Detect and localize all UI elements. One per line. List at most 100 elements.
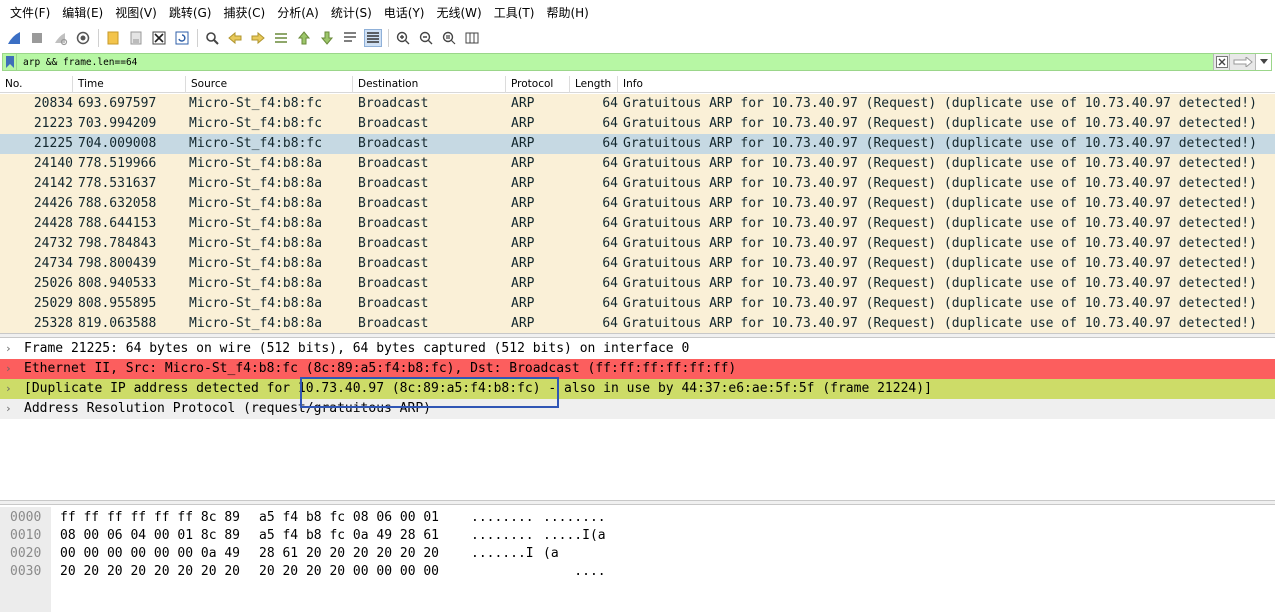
packet-time-cell: 798.800439 (78, 256, 157, 271)
expand-arrow-icon[interactable]: › (5, 359, 15, 379)
hex-ascii: ........ (471, 510, 534, 525)
go-first-packet-icon[interactable] (295, 29, 313, 47)
packet-row[interactable]: 21223 703.994209 Micro-St_f4:b8:fc Broadcas… (0, 114, 1275, 134)
menu-file[interactable]: 文件(F) (4, 0, 56, 26)
menu-view[interactable]: 视图(V) (109, 0, 163, 26)
packet-protocol-cell: ARP (511, 316, 535, 331)
expand-arrow-icon[interactable]: › (5, 339, 15, 359)
go-forward-icon[interactable] (249, 29, 267, 47)
expand-arrow-icon[interactable]: › (5, 379, 15, 399)
capture-options-icon[interactable] (74, 29, 92, 47)
packet-row[interactable]: 21225 704.009008 Micro-St_f4:b8:fc Broadcas… (0, 134, 1275, 154)
menu-go[interactable]: 跳转(G) (163, 0, 218, 26)
hex-offset: 0020 (10, 546, 42, 561)
filter-bookmark-icon[interactable] (3, 54, 17, 70)
display-filter-input[interactable] (17, 54, 1213, 70)
packet-source-cell: Micro-St_f4:b8:fc (189, 96, 323, 111)
packet-length-cell: 64 (602, 176, 618, 191)
detail-duplicate-ip-row[interactable]: › [Duplicate IP address detected for 10.… (0, 379, 1275, 399)
open-file-icon[interactable] (104, 29, 122, 47)
packet-time-cell: 819.063588 (78, 316, 157, 331)
menu-wireless[interactable]: 无线(W) (431, 0, 488, 26)
packet-row[interactable]: 24732 798.784843 Micro-St_f4:b8:8a Broadcas… (0, 234, 1275, 254)
packet-destination-cell: Broadcast (358, 196, 429, 211)
packet-length-cell: 64 (602, 196, 618, 211)
restart-capture-icon[interactable] (51, 29, 69, 47)
go-back-icon[interactable] (226, 29, 244, 47)
packet-time-cell: 798.784843 (78, 236, 157, 251)
zoom-in-icon[interactable] (394, 29, 412, 47)
packet-time-cell: 778.519966 (78, 156, 157, 171)
clear-filter-icon[interactable] (1213, 54, 1229, 70)
column-header-info[interactable]: Info (618, 76, 1275, 93)
find-packet-icon[interactable] (203, 29, 221, 47)
auto-scroll-icon[interactable] (341, 29, 359, 47)
packet-source-cell: Micro-St_f4:b8:8a (189, 156, 323, 171)
expand-arrow-icon[interactable]: › (5, 399, 15, 419)
packet-length-cell: 64 (602, 256, 618, 271)
packet-time-cell: 693.697597 (78, 96, 157, 111)
menu-analyze[interactable]: 分析(A) (271, 0, 325, 26)
main-toolbar (0, 26, 1275, 50)
packet-info-cell: Gratuitous ARP for 10.73.40.97 (Request)… (623, 136, 1257, 151)
detail-frame-row[interactable]: › Frame 21225: 64 bytes on wire (512 bit… (0, 339, 1275, 359)
go-last-packet-icon[interactable] (318, 29, 336, 47)
zoom-normal-icon[interactable] (440, 29, 458, 47)
colorize-icon[interactable] (364, 29, 382, 47)
close-file-icon[interactable] (150, 29, 168, 47)
packet-time-cell: 704.009008 (78, 136, 157, 151)
packet-row[interactable]: 24428 788.644153 Micro-St_f4:b8:8a Broadcas… (0, 214, 1275, 234)
menu-help[interactable]: 帮助(H) (540, 0, 594, 26)
packet-row[interactable]: 24734 798.800439 Micro-St_f4:b8:8a Broadcas… (0, 254, 1275, 274)
packet-info-cell: Gratuitous ARP for 10.73.40.97 (Request)… (623, 216, 1257, 231)
pane-splitter[interactable] (0, 333, 1275, 338)
zoom-out-icon[interactable] (417, 29, 435, 47)
shark-fin-start-icon[interactable] (5, 29, 23, 47)
packet-row[interactable]: 20834 693.697597 Micro-St_f4:b8:fc Broadcas… (0, 94, 1275, 114)
column-header-length[interactable]: Length (570, 76, 618, 93)
menu-edit[interactable]: 编辑(E) (56, 0, 109, 26)
packet-time-cell: 778.531637 (78, 176, 157, 191)
packet-destination-cell: Broadcast (358, 96, 429, 111)
hex-line[interactable]: 0000 ff ff ff ff ff ff 8c 89 a5 f4 b8 fc 0… (0, 509, 1275, 527)
reload-file-icon[interactable] (173, 29, 191, 47)
packet-row[interactable]: 25029 808.955895 Micro-St_f4:b8:8a Broadcas… (0, 294, 1275, 314)
packet-no-cell: 24426 (33, 196, 73, 211)
packet-no-cell: 25029 (33, 296, 73, 311)
packet-row[interactable]: 25328 819.063588 Micro-St_f4:b8:8a Broadcas… (0, 314, 1275, 333)
packet-row[interactable]: 24142 778.531637 Micro-St_f4:b8:8a Broadcas… (0, 174, 1275, 194)
packet-info-cell: Gratuitous ARP for 10.73.40.97 (Request)… (623, 296, 1257, 311)
hex-bytes: 00 00 00 00 00 00 0a 49 (60, 546, 241, 561)
menu-tools[interactable]: 工具(T) (488, 0, 541, 26)
save-file-icon[interactable] (127, 29, 145, 47)
stop-capture-icon[interactable] (28, 29, 46, 47)
filter-history-dropdown-icon[interactable] (1255, 54, 1271, 70)
menu-telephony[interactable]: 电话(Y) (378, 0, 431, 26)
column-header-no[interactable]: No. (0, 76, 73, 93)
packet-time-cell: 788.632058 (78, 196, 157, 211)
resize-columns-icon[interactable] (463, 29, 481, 47)
packet-row[interactable]: 24140 778.519966 Micro-St_f4:b8:8a Broadcas… (0, 154, 1275, 174)
column-header-destination[interactable]: Destination (353, 76, 506, 93)
pane-splitter[interactable] (0, 500, 1275, 505)
packet-no-cell: 24732 (33, 236, 73, 251)
column-header-time[interactable]: Time (73, 76, 186, 93)
packet-rows: 20834 693.697597 Micro-St_f4:b8:fc Broadcas… (0, 94, 1275, 333)
column-header-source[interactable]: Source (186, 76, 353, 93)
column-header-protocol[interactable]: Protocol (506, 76, 570, 93)
menu-statistics[interactable]: 统计(S) (325, 0, 378, 26)
detail-arp-row[interactable]: › Address Resolution Protocol (request/g… (0, 399, 1275, 419)
packet-time-cell: 808.940533 (78, 276, 157, 291)
packet-source-cell: Micro-St_f4:b8:8a (189, 176, 323, 191)
hex-line[interactable]: 0020 00 00 00 00 00 00 0a 49 28 61 20 20 2… (0, 545, 1275, 563)
detail-ethernet-row[interactable]: › Ethernet II, Src: Micro-St_f4:b8:fc (8… (0, 359, 1275, 379)
packet-row[interactable]: 25026 808.940533 Micro-St_f4:b8:8a Broadcas… (0, 274, 1275, 294)
menu-capture[interactable]: 捕获(C) (217, 0, 271, 26)
apply-filter-icon[interactable] (1229, 54, 1255, 70)
hex-line[interactable]: 0030 20 20 20 20 20 20 20 20 20 20 20 20 0… (0, 563, 1275, 581)
go-to-packet-icon[interactable] (272, 29, 290, 47)
packet-row[interactable]: 24426 788.632058 Micro-St_f4:b8:8a Broadcas… (0, 194, 1275, 214)
hex-bytes: ff ff ff ff ff ff 8c 89 (60, 510, 241, 525)
hex-line[interactable]: 0010 08 00 06 04 00 01 8c 89 a5 f4 b8 fc 0… (0, 527, 1275, 545)
packet-details-pane: › Frame 21225: 64 bytes on wire (512 bit… (0, 339, 1275, 500)
